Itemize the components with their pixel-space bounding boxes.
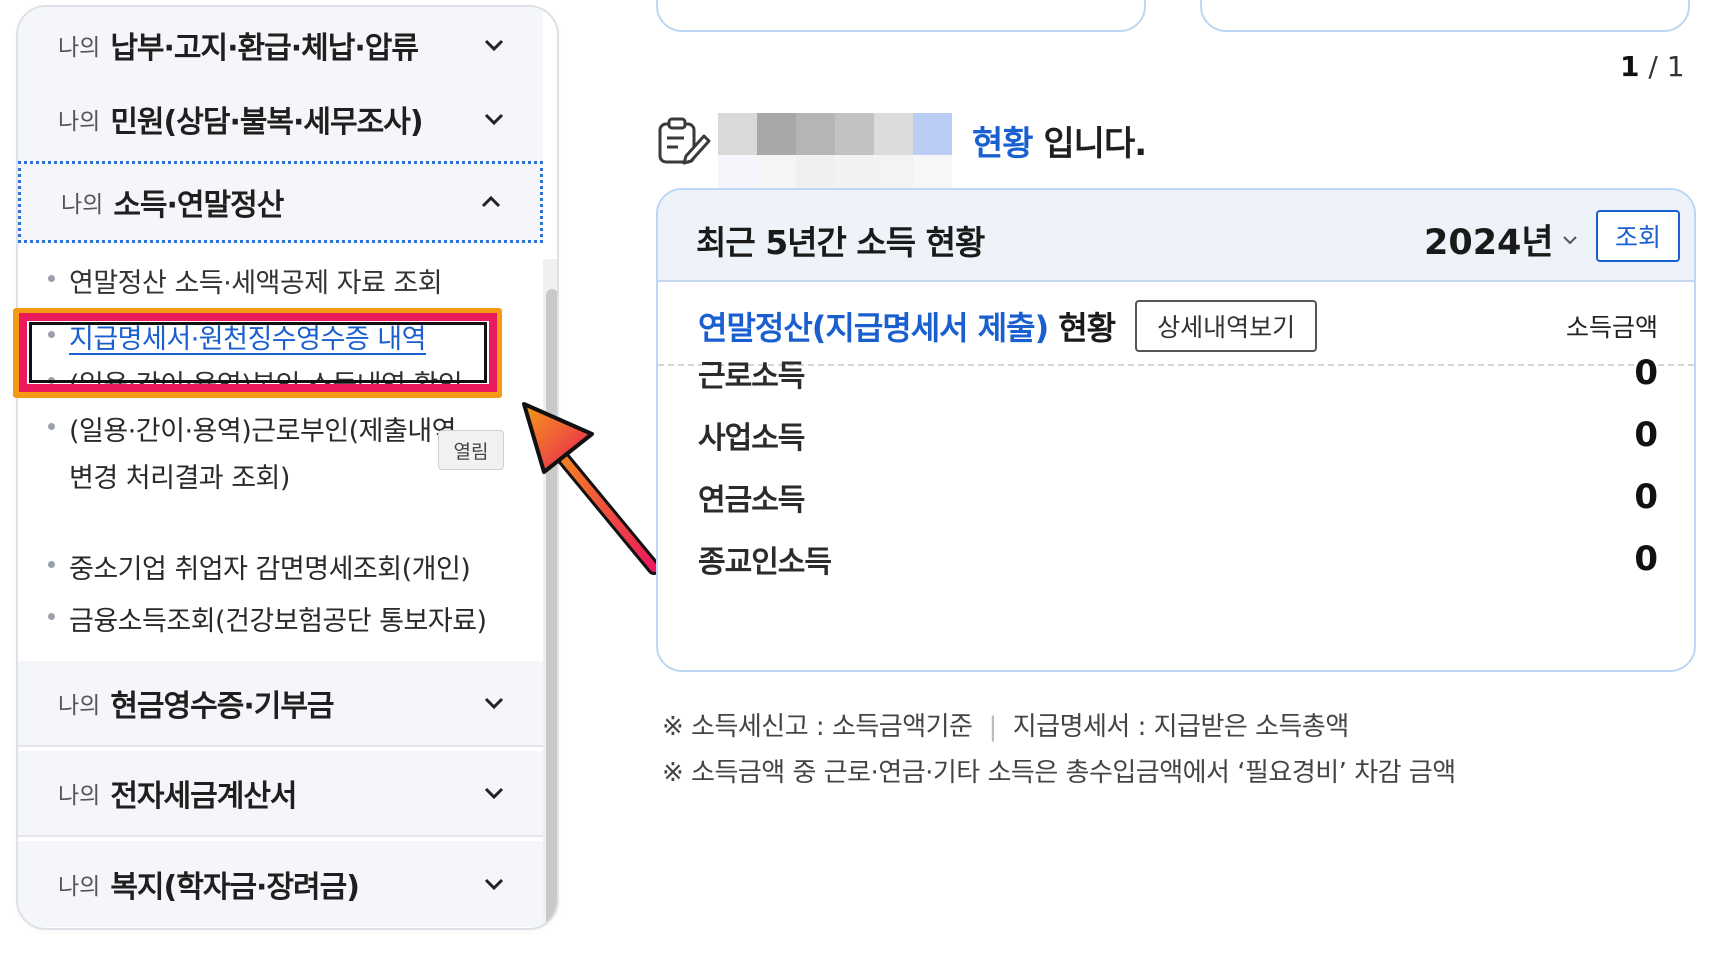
submenu-item-sme-reduction[interactable]: 중소기업 취업자 감면명세조회(개인) (48, 547, 471, 586)
chevron-down-icon (1562, 235, 1577, 244)
chevron-up-icon (481, 195, 501, 208)
scrollbar-thumb[interactable] (546, 289, 557, 928)
income-label: 사업소득 (698, 421, 805, 456)
top-card-left (656, 0, 1146, 32)
income-row-business: 사업소득 0 (698, 410, 1658, 460)
amount-column-header: 소득금액 (1565, 313, 1658, 342)
chevron-down-icon (484, 113, 504, 126)
year-value: 2024년 (1424, 223, 1554, 263)
submenu-item-yearend-deduction[interactable]: 연말정산 소득·세액공제 자료 조회 (48, 261, 443, 300)
form-edit-icon (658, 117, 711, 165)
summary-link[interactable]: 연말정산(지급명세서 제출) (698, 303, 1049, 349)
accordion-prefix: 나의 (58, 693, 101, 719)
status-line: 현황 입니다. (656, 112, 1147, 239)
note-text: ※ 소득세신고 : 소득금액기준 (662, 712, 973, 742)
page-separator: / (1648, 50, 1658, 83)
detail-view-button[interactable]: 상세내역보기 (1135, 300, 1318, 352)
status-highlight: 현황 (972, 123, 1034, 164)
income-value: 0 (1634, 477, 1658, 517)
pagination: 1 / 1 (1620, 50, 1685, 83)
page-current: 1 (1620, 50, 1640, 83)
redacted-name-block (718, 113, 972, 239)
submenu-label: 중소기업 취업자 감면명세조회(개인) (69, 554, 471, 585)
income-summary-card: 최근 5년간 소득 현황 2024년 조회 연말정산(지급명세서 제출) 현황 … (656, 188, 1696, 672)
summary-row: 연말정산(지급명세서 제출) 현황 상세내역보기 소득금액 (698, 298, 1658, 354)
submenu-item-financial-income[interactable]: 금융소득조회(건강보험공단 통보자료) (48, 599, 487, 638)
income-row-labor: 근로소득 0 (698, 348, 1658, 398)
submenu-label: 금융소득조회(건강보험공단 통보자료) (69, 606, 487, 637)
highlight-frame-orange (13, 308, 502, 398)
submenu-label-line1: (일용·간이·용역)근로부인(제출내역 (69, 416, 457, 447)
accordion-civil[interactable]: 나의 민원(상담·불복·세무조사) (18, 77, 543, 163)
summary-suffix: 현황 (1058, 309, 1116, 347)
accordion-prefix: 나의 (58, 874, 101, 900)
accordion-title: 소득·연말정산 (113, 188, 284, 223)
income-label: 종교인소득 (698, 545, 832, 580)
accordion-welfare[interactable]: 나의 복지(학자금·장려금) (18, 841, 543, 927)
lookup-button[interactable]: 조회 (1596, 210, 1680, 262)
accordion-prefix: 나의 (58, 35, 101, 61)
accordion-title: 복지(학자금·장려금) (110, 870, 360, 905)
bullet (48, 561, 55, 568)
accordion-title: 현금영수증·기부금 (110, 689, 334, 724)
income-card-header: 최근 5년간 소득 현황 2024년 조회 (658, 190, 1694, 282)
accordion-title: 민원(상담·불복·세무조사) (110, 105, 423, 140)
note-separator: | (988, 712, 997, 742)
accordion-e-tax-invoice[interactable]: 나의 전자세금계산서 (18, 751, 543, 837)
top-card-right (1200, 0, 1690, 32)
accordion-prefix: 나의 (58, 783, 101, 809)
status-suffix: 입니다. (1032, 123, 1147, 164)
income-label: 연금소득 (698, 483, 805, 518)
bullet (48, 423, 55, 430)
accordion-prefix: 나의 (58, 109, 101, 135)
income-row-religious: 종교인소득 0 (698, 534, 1658, 584)
sidebar-scrollbar[interactable] (543, 259, 557, 928)
bullet (48, 613, 55, 620)
note-line-1: ※ 소득세신고 : 소득금액기준 | 지급명세서 : 지급받은 소득총액 (662, 706, 1349, 743)
income-row-pension: 연금소득 0 (698, 472, 1658, 522)
page-total: 1 (1666, 50, 1685, 83)
accordion-title: 납부·고지·환급·체납·압류 (110, 31, 419, 66)
submenu-label-line2: 변경 처리결과 조회) (69, 463, 290, 494)
income-card-title: 최근 5년간 소득 현황 (696, 223, 985, 262)
year-select[interactable]: 2024년 (1424, 214, 1578, 265)
submenu-label: 연말정산 소득·세액공제 자료 조회 (69, 268, 443, 299)
income-value: 0 (1634, 353, 1658, 393)
bullet (48, 275, 55, 282)
chevron-down-icon (484, 878, 504, 891)
pointer-arrow-icon (522, 402, 661, 575)
accordion-prefix: 나의 (61, 192, 104, 218)
accordion-income[interactable]: 나의 소득·연말정산 (18, 161, 543, 243)
chevron-down-icon (484, 39, 504, 52)
note-text: 지급명세서 : 지급받은 소득총액 (1012, 712, 1350, 742)
open-tooltip: 열림 (438, 430, 504, 470)
submenu-item-labor-denial[interactable]: (일용·간이·용역)근로부인(제출내역 변경 처리결과 조회) (48, 409, 457, 495)
income-label: 근로소득 (698, 359, 805, 394)
accordion-cash-receipt[interactable]: 나의 현금영수증·기부금 (18, 661, 543, 747)
income-value: 0 (1634, 539, 1658, 579)
status-text: 현황 입니다. (972, 116, 1147, 165)
income-value: 0 (1634, 415, 1658, 455)
chevron-down-icon (484, 697, 504, 710)
chevron-down-icon (484, 787, 504, 800)
accordion-title: 전자세금계산서 (110, 779, 297, 814)
submenu-label: (일용·간이·용역)근로부인(제출내역 변경 처리결과 조회) (69, 409, 457, 495)
note-line-2: ※ 소득금액 중 근로·연금·기타 소득은 총수입금액에서 ‘필요경비’ 차감 … (662, 758, 1456, 788)
